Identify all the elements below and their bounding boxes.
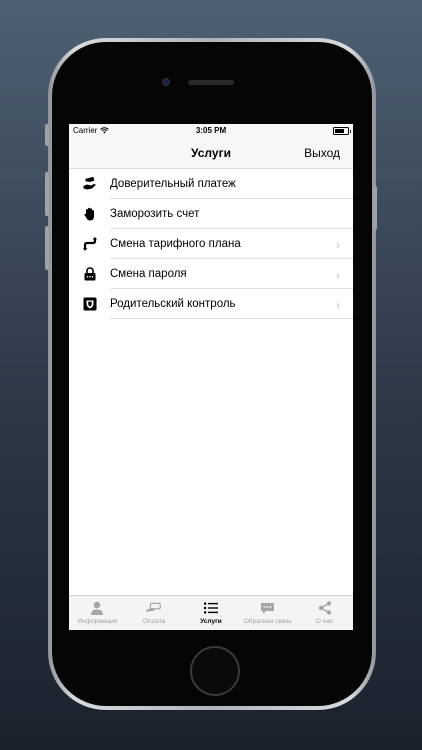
share-icon [317, 601, 333, 615]
service-label: Смена тарифного плана [110, 238, 241, 250]
app-screen: Carrier 3:05 PM Услуги Выход Доверительн… [69, 124, 353, 630]
tab-label: Оплата [143, 618, 166, 625]
services-list: Доверительный платеж Заморозить счет Сме… [69, 169, 353, 319]
tab-label: Услуги [200, 618, 222, 625]
service-label: Доверительный платеж [110, 178, 236, 190]
logout-button[interactable]: Выход [304, 146, 340, 160]
service-label: Заморозить счет [110, 208, 200, 220]
service-label: Родительский контроль [110, 298, 236, 310]
volume-down-button [45, 226, 49, 270]
tab-about[interactable]: О нас [296, 596, 353, 630]
chevron-right-icon: › [336, 298, 340, 312]
hand-stop-icon [83, 207, 97, 221]
chevron-right-icon: › [336, 268, 340, 282]
service-change-password[interactable]: Смена пароля › [69, 259, 353, 289]
power-button [373, 186, 377, 230]
service-freeze-account[interactable]: Заморозить счет [69, 199, 353, 229]
hand-money-icon [83, 177, 97, 191]
tab-label: Обратная связь [243, 618, 292, 625]
card-hand-icon [146, 601, 162, 615]
service-label: Смена пароля [110, 268, 187, 280]
mute-switch [45, 124, 49, 146]
service-parental-control[interactable]: Родительский контроль › [69, 289, 353, 319]
status-time: 3:05 PM [195, 126, 227, 135]
lock-icon [83, 267, 97, 281]
list-icon [203, 601, 219, 615]
tab-bar: Информация Оплата Услуги Обратная связь … [69, 595, 353, 630]
chat-icon [260, 601, 276, 615]
tab-payment[interactable]: Оплата [126, 596, 183, 630]
person-icon [89, 601, 105, 615]
front-camera [162, 78, 170, 86]
service-trust-payment[interactable]: Доверительный платеж [69, 169, 353, 199]
tab-label: Информация [77, 618, 118, 625]
volume-up-button [45, 172, 49, 216]
navigation-bar: Услуги Выход [69, 138, 353, 169]
tab-label: О нас [315, 618, 334, 625]
home-button[interactable] [190, 646, 240, 696]
tab-info[interactable]: Информация [69, 596, 126, 630]
battery-icon [333, 127, 351, 135]
tab-services[interactable]: Услуги [183, 596, 240, 630]
service-change-tariff[interactable]: Смена тарифного плана › [69, 229, 353, 259]
row-separator [110, 318, 353, 319]
earpiece-speaker [188, 80, 234, 85]
status-bar: Carrier 3:05 PM [69, 124, 353, 138]
chevron-right-icon: › [336, 238, 340, 252]
shield-icon [83, 297, 97, 311]
tab-feedback[interactable]: Обратная связь [239, 596, 296, 630]
swap-arrows-icon [83, 237, 97, 251]
